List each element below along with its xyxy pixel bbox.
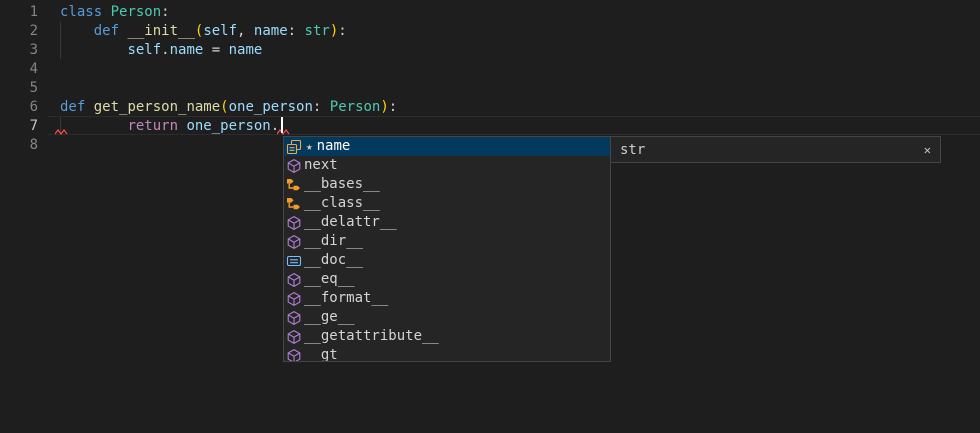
code-line-6[interactable]: def get_person_name(one_person: Person): — [60, 98, 397, 117]
line-number[interactable]: 3 — [0, 41, 38, 60]
suggestion-__doc__[interactable]: __doc__ — [284, 251, 610, 270]
suggestion-label: __gt__ — [304, 346, 355, 362]
suggestion-label: __format__ — [304, 289, 388, 308]
method-icon — [286, 310, 302, 326]
suggestion-__ge__[interactable]: __ge__ — [284, 308, 610, 327]
suggestion-label: __doc__ — [304, 251, 363, 270]
method-icon — [286, 158, 302, 174]
line-number[interactable]: 6 — [0, 98, 38, 117]
suggestion-label: name — [317, 137, 351, 156]
code-line-1[interactable]: class Person: — [60, 3, 170, 22]
intellicode-star-icon: ★ — [306, 137, 313, 156]
suggestion-label: __dir__ — [304, 232, 363, 251]
suggestion-detail-text: str — [620, 142, 645, 158]
suggestion-__getattribute__[interactable]: __getattribute__ — [284, 327, 610, 346]
suggestion-label: __bases__ — [304, 175, 380, 194]
suggestion-name[interactable]: ★name — [284, 137, 610, 156]
line-number[interactable]: 4 — [0, 60, 38, 79]
indent-guide — [60, 22, 61, 59]
error-squiggle — [55, 129, 68, 135]
constant-icon — [286, 253, 302, 269]
method-icon — [286, 272, 302, 288]
suggest-list: ★name next __bases__ __class__ __delattr… — [284, 137, 610, 362]
suggestion-__eq__[interactable]: __eq__ — [284, 270, 610, 289]
code-line-2[interactable]: def __init__(self, name: str): — [60, 22, 347, 41]
text-cursor — [281, 117, 283, 133]
suggestion-label: __class__ — [304, 194, 380, 213]
suggestion-__dir__[interactable]: __dir__ — [284, 232, 610, 251]
line-number[interactable]: 1 — [0, 3, 38, 22]
suggestion-__gt__[interactable]: __gt__ — [284, 346, 610, 362]
suggestion-label: __ge__ — [304, 308, 355, 327]
suggestion-__bases__[interactable]: __bases__ — [284, 175, 610, 194]
suggestion-next[interactable]: next — [284, 156, 610, 175]
method-icon — [286, 348, 302, 363]
method-icon — [286, 234, 302, 250]
code-line-7[interactable]: return one_person. — [60, 117, 279, 136]
class-icon — [286, 177, 302, 193]
line-number[interactable]: 2 — [0, 22, 38, 41]
suggestion-label: next — [304, 156, 338, 175]
method-icon — [286, 215, 302, 231]
autocomplete-dropdown: ★name next __bases__ __class__ __delattr… — [283, 136, 611, 362]
code-editor[interactable]: 12345678 class Person: def __init__(self… — [0, 0, 980, 433]
line-number[interactable]: 7 — [0, 117, 38, 136]
suggestion-label: __getattribute__ — [304, 327, 439, 346]
suggestion-label: __eq__ — [304, 270, 355, 289]
suggestion-__delattr__[interactable]: __delattr__ — [284, 213, 610, 232]
line-number[interactable]: 8 — [0, 136, 38, 155]
suggestion-__format__[interactable]: __format__ — [284, 289, 610, 308]
suggestion-label: __delattr__ — [304, 213, 397, 232]
method-icon — [286, 291, 302, 307]
suggestion-__class__[interactable]: __class__ — [284, 194, 610, 213]
field-icon — [286, 139, 302, 155]
class-icon — [286, 196, 302, 212]
suggestion-detail-panel: str ✕ — [610, 136, 941, 163]
error-squiggle — [277, 129, 290, 135]
line-number[interactable]: 5 — [0, 79, 38, 98]
code-line-3[interactable]: self.name = name — [60, 41, 262, 60]
close-icon[interactable]: ✕ — [924, 144, 931, 156]
method-icon — [286, 329, 302, 345]
